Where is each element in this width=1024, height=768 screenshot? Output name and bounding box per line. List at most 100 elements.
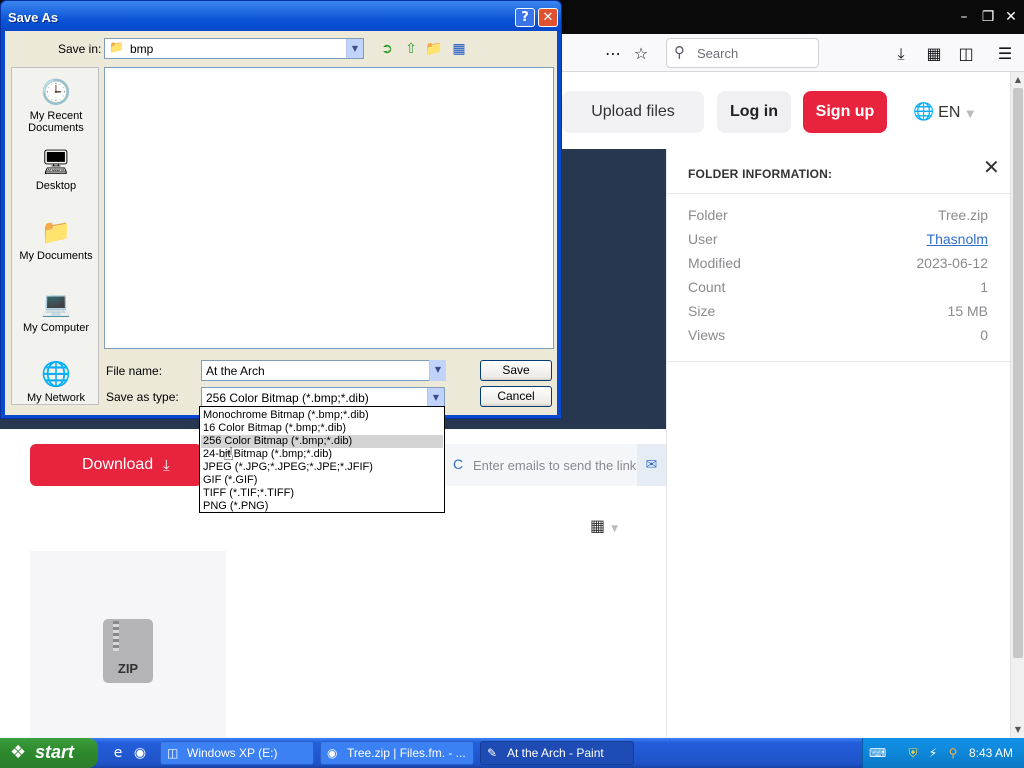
start-button[interactable]: ❖ start: [0, 738, 98, 768]
place-recent-documents[interactable]: 🕒 My Recent Documents: [12, 76, 100, 134]
upload-files-button[interactable]: Upload files: [562, 91, 704, 133]
recent-documents-icon: 🕒: [41, 78, 71, 106]
task-windows-xp-drive[interactable]: ◫ Windows XP (E:): [160, 741, 314, 765]
language-label: EN: [938, 104, 961, 121]
login-button[interactable]: Log in: [717, 91, 791, 133]
info-key: Modified: [688, 255, 741, 271]
scroll-down-icon[interactable]: ▼: [1012, 724, 1024, 736]
save-as-type-combo[interactable]: 256 Color Bitmap (*.bmp;*.dib) ▼: [201, 387, 445, 408]
taskbar: ❖ start e ◉ ◫ Windows XP (E:) ◉ Tree.zip…: [0, 738, 1024, 768]
task-paint[interactable]: ✎ At the Arch - Paint: [480, 741, 634, 765]
sidebar-icon[interactable]: ◫: [955, 43, 977, 65]
task-label: Windows XP (E:): [187, 746, 278, 760]
file-list-view[interactable]: [104, 67, 554, 349]
firefox-icon[interactable]: ◉: [130, 743, 150, 763]
download-label: Download: [82, 456, 154, 473]
downloads-icon[interactable]: ⤓: [890, 43, 912, 65]
mouse-cursor-icon: ☝: [223, 444, 234, 465]
place-label: My Recent Documents: [28, 110, 84, 134]
info-value: 0: [980, 327, 988, 343]
type-option[interactable]: PNG (*.PNG): [201, 500, 443, 513]
info-value: Tree.zip: [937, 207, 988, 223]
info-row-views: Views 0: [688, 327, 988, 345]
user-link[interactable]: Thasnolm: [927, 231, 988, 247]
info-row-user: User Thasnolm: [688, 231, 988, 249]
folder-icon: 📁: [109, 40, 124, 54]
info-value: 2023-06-12: [916, 255, 988, 271]
place-my-documents[interactable]: 📁 My Documents: [12, 216, 100, 262]
chevron-down-icon[interactable]: ▼: [346, 39, 363, 58]
close-icon[interactable]: ✕: [983, 155, 1000, 179]
language-selector[interactable]: 🌐 EN ▼: [913, 102, 974, 122]
task-browser[interactable]: ◉ Tree.zip | Files.fm. - ...: [320, 741, 474, 765]
security-shield-icon[interactable]: ⛨: [905, 745, 921, 761]
place-my-network[interactable]: 🌐 My Network: [12, 358, 100, 404]
type-option[interactable]: TIFF (*.TIF;*.TIFF): [201, 487, 443, 500]
search-tray-icon[interactable]: ⚲: [945, 745, 961, 761]
task-label: Tree.zip | Files.fm. - ...: [347, 746, 466, 760]
zipper-graphic: [113, 621, 119, 651]
page-scrollbar[interactable]: ▲ ▼: [1010, 72, 1024, 738]
firefox-icon: ◉: [327, 746, 338, 760]
place-my-computer[interactable]: 💻 My Computer: [12, 288, 100, 334]
zip-file-icon: ZIP: [103, 619, 153, 683]
page-actions-icon[interactable]: ⋯: [602, 43, 624, 65]
type-option[interactable]: 24-bit Bitmap (*.bmp;*.dib): [201, 448, 443, 461]
view-menu-icon[interactable]: ▦: [449, 39, 469, 59]
send-mail-icon[interactable]: ✉: [637, 444, 666, 486]
network-icon[interactable]: ⚡: [925, 745, 941, 761]
type-option-selected[interactable]: 256 Color Bitmap (*.bmp;*.dib): [201, 435, 443, 448]
task-label: At the Arch - Paint: [507, 746, 604, 760]
type-option[interactable]: GIF (*.GIF): [201, 474, 443, 487]
internet-explorer-icon[interactable]: e: [108, 743, 128, 763]
type-option[interactable]: 16 Color Bitmap (*.bmp;*.dib): [201, 422, 443, 435]
type-option[interactable]: JPEG (*.JPG;*.JPEG;*.JPE;*.JFIF): [201, 461, 443, 474]
folder-info-title: FOLDER INFORMATION:: [688, 167, 833, 181]
help-button[interactable]: ?: [515, 8, 535, 27]
info-key: Folder: [688, 207, 728, 223]
dialog-close-button[interactable]: ✕: [538, 8, 558, 27]
paint-icon: ✎: [487, 746, 498, 760]
file-name-input[interactable]: [201, 360, 445, 381]
globe-icon: 🌐: [913, 102, 935, 122]
minimize-icon[interactable]: –: [954, 7, 974, 27]
type-option[interactable]: Monochrome Bitmap (*.bmp;*.dib): [201, 409, 443, 422]
close-window-icon[interactable]: ✕: [1001, 7, 1021, 27]
library-icon[interactable]: ▦: [923, 43, 945, 65]
menu-icon[interactable]: ☰: [994, 43, 1016, 65]
email-share-area: C ✉: [444, 444, 666, 486]
save-button[interactable]: Save: [480, 360, 552, 381]
up-one-level-icon[interactable]: ⇧: [401, 39, 421, 59]
restore-icon[interactable]: ❐: [978, 7, 998, 27]
save-in-label: Save in:: [58, 42, 102, 56]
save-as-type-value: 256 Color Bitmap (*.bmp;*.dib): [206, 391, 369, 405]
file-card[interactable]: ZIP: [30, 551, 226, 738]
chevron-down-icon: ▼: [611, 524, 619, 534]
bookmark-star-icon[interactable]: ☆: [630, 43, 652, 65]
my-network-icon: 🌐: [41, 360, 71, 388]
place-desktop[interactable]: 🖥 Desktop: [12, 146, 100, 192]
download-button[interactable]: Download ⤓: [30, 444, 202, 486]
browser-search-box[interactable]: ⚲ Search: [666, 38, 819, 68]
signup-button[interactable]: Sign up: [803, 91, 887, 133]
folder-information-panel: FOLDER INFORMATION: ✕ Folder Tree.zip Us…: [666, 149, 1010, 738]
chevron-down-icon[interactable]: ▼: [427, 388, 444, 407]
save-in-combo[interactable]: 📁 bmp ▼: [104, 38, 364, 59]
scrollbar-thumb[interactable]: [1013, 88, 1023, 658]
scroll-up-icon[interactable]: ▲: [1012, 74, 1024, 86]
info-value: 15 MB: [947, 303, 988, 319]
dialog-titlebar[interactable]: Save As ? ✕: [1, 1, 561, 33]
keyboard-icon[interactable]: ⌨: [869, 745, 886, 761]
search-icon: ⚲: [674, 43, 685, 61]
zip-label: ZIP: [117, 661, 139, 676]
new-folder-icon[interactable]: 📁: [424, 39, 444, 59]
chevron-down-icon[interactable]: ▼: [429, 360, 446, 381]
my-computer-icon: 💻: [41, 290, 71, 318]
search-placeholder: Search: [697, 46, 739, 61]
save-as-dialog: Save As ? ✕ Save in: 📁 bmp ▼ ➲ ⇧ 📁 ▦ 🕒 M…: [0, 0, 562, 419]
info-key: Size: [688, 303, 716, 319]
view-toggle[interactable]: ▦ ▼: [590, 516, 618, 535]
email-input[interactable]: [466, 448, 636, 482]
cancel-button[interactable]: Cancel: [480, 386, 552, 407]
back-icon[interactable]: ➲: [377, 39, 397, 59]
